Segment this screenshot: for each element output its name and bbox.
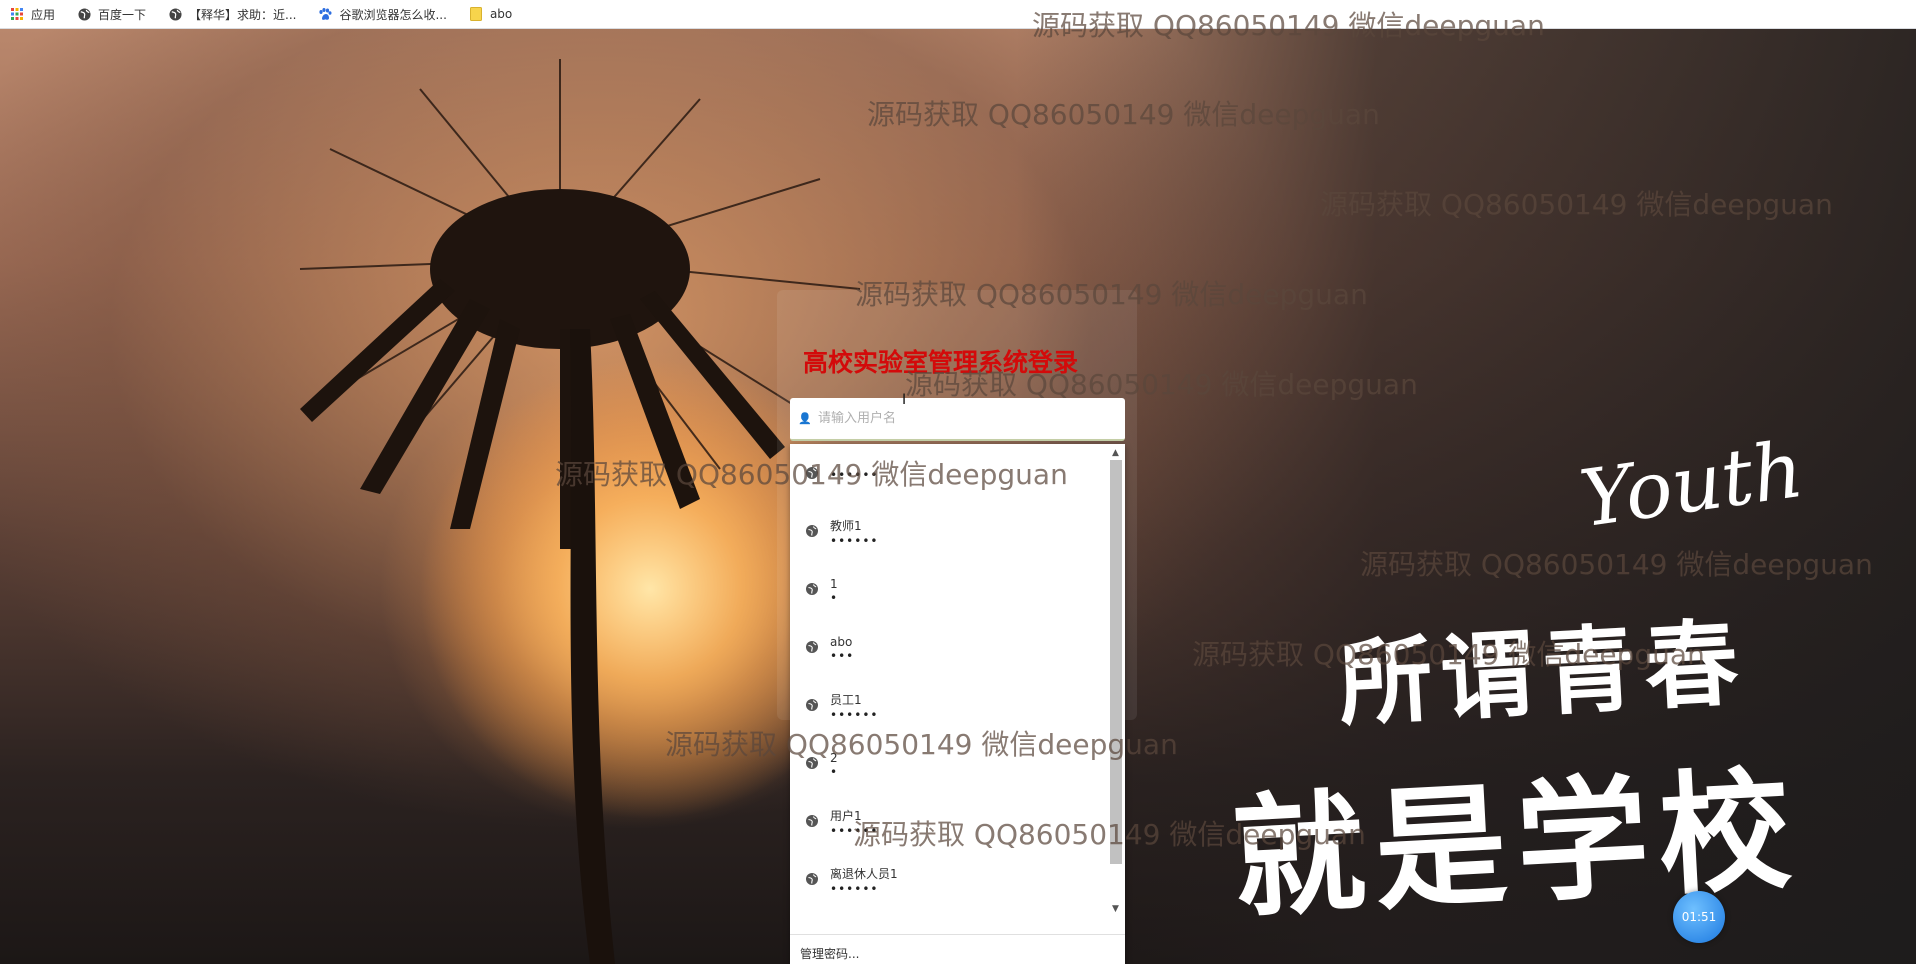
- autofill-item[interactable]: 员工1 ••••••: [790, 676, 1108, 734]
- autofill-username: 1: [830, 576, 838, 591]
- key-icon: [794, 814, 830, 828]
- scroll-down-icon[interactable]: ▼: [1108, 902, 1123, 916]
- autofill-password: ••••••: [830, 534, 879, 548]
- login-title: 高校实验室管理系统登录: [803, 348, 1079, 377]
- scroll-up-icon[interactable]: ▲: [1108, 446, 1123, 460]
- manage-passwords-link[interactable]: 管理密码...: [790, 934, 1125, 964]
- text-cursor-icon: I: [902, 392, 907, 408]
- autofill-item[interactable]: 2 •: [790, 734, 1108, 792]
- key-icon: [794, 872, 830, 886]
- bookmark-baidu[interactable]: 百度一下: [77, 6, 146, 23]
- bookmark-help[interactable]: 【释华】求助：近...: [168, 6, 296, 23]
- bookmark-label: 谷歌浏览器怎么收...: [339, 7, 447, 22]
- globe-icon: [168, 7, 182, 21]
- dropdown-scrollbar[interactable]: ▲ ▼: [1108, 446, 1123, 916]
- autofill-password: •••: [830, 648, 855, 663]
- autofill-password: •: [830, 764, 839, 779]
- key-icon: [794, 698, 830, 712]
- autofill-password: ••••••: [830, 467, 879, 482]
- bookmark-folder-abo[interactable]: abo: [469, 7, 512, 21]
- bookmark-apps[interactable]: 应用: [10, 6, 55, 23]
- bookmarks-bar: 应用 百度一下 【释华】求助：近... 谷歌浏览器怎么收... abo: [0, 0, 1916, 29]
- username-input[interactable]: [818, 411, 1125, 426]
- autofill-password: •: [830, 590, 839, 605]
- bookmark-chrome[interactable]: 谷歌浏览器怎么收...: [318, 6, 447, 23]
- key-icon: [794, 524, 830, 538]
- globe-icon: [77, 7, 91, 21]
- bookmark-label: 【释华】求助：近...: [189, 7, 297, 22]
- autofill-username: 员工1: [830, 693, 862, 707]
- timer-badge[interactable]: 01:51: [1673, 891, 1725, 943]
- apps-grid-icon: [10, 7, 24, 21]
- key-icon: [794, 466, 830, 480]
- poster-slogan-line1: 所谓青春: [1335, 608, 1750, 740]
- autofill-item[interactable]: 用户1 ••••••: [790, 792, 1108, 850]
- autofill-username: 用户1: [830, 809, 862, 823]
- autofill-item[interactable]: 离退休人员1 ••••••: [790, 850, 1108, 908]
- autofill-password: ••••••: [830, 708, 879, 722]
- autofill-username: 教师1: [830, 519, 862, 533]
- autofill-item[interactable]: abo •••: [790, 618, 1108, 676]
- autofill-list: •••••• 教师1 •••••• 1 • abo ••• 员工1 •••••• 2 • …: [790, 444, 1108, 934]
- key-icon: [794, 756, 830, 770]
- autofill-username: abo: [830, 634, 853, 649]
- bookmark-label: abo: [489, 7, 513, 21]
- bookmark-label: 百度一下: [98, 7, 147, 22]
- autofill-item[interactable]: 教师1 ••••••: [790, 502, 1108, 560]
- scrollbar-thumb[interactable]: [1109, 460, 1122, 864]
- username-field[interactable]: 👤: [790, 398, 1125, 441]
- folder-icon: [469, 7, 483, 21]
- autofill-username: 2: [830, 750, 838, 765]
- autofill-item[interactable]: 1 •: [790, 560, 1108, 618]
- autofill-password: ••••••: [830, 824, 879, 838]
- key-icon: [794, 640, 830, 654]
- baidu-paw-icon: [318, 7, 332, 21]
- bookmark-label: 应用: [31, 7, 56, 22]
- autofill-password: ••••••: [830, 882, 879, 896]
- autofill-dropdown: •••••• 教师1 •••••• 1 • abo ••• 员工1 •••••• 2 • …: [790, 444, 1125, 964]
- autofill-item[interactable]: ••••••: [790, 444, 1108, 502]
- user-icon: 👤: [798, 412, 812, 425]
- key-icon: [794, 582, 830, 596]
- autofill-username: 离退休人员1: [830, 867, 898, 881]
